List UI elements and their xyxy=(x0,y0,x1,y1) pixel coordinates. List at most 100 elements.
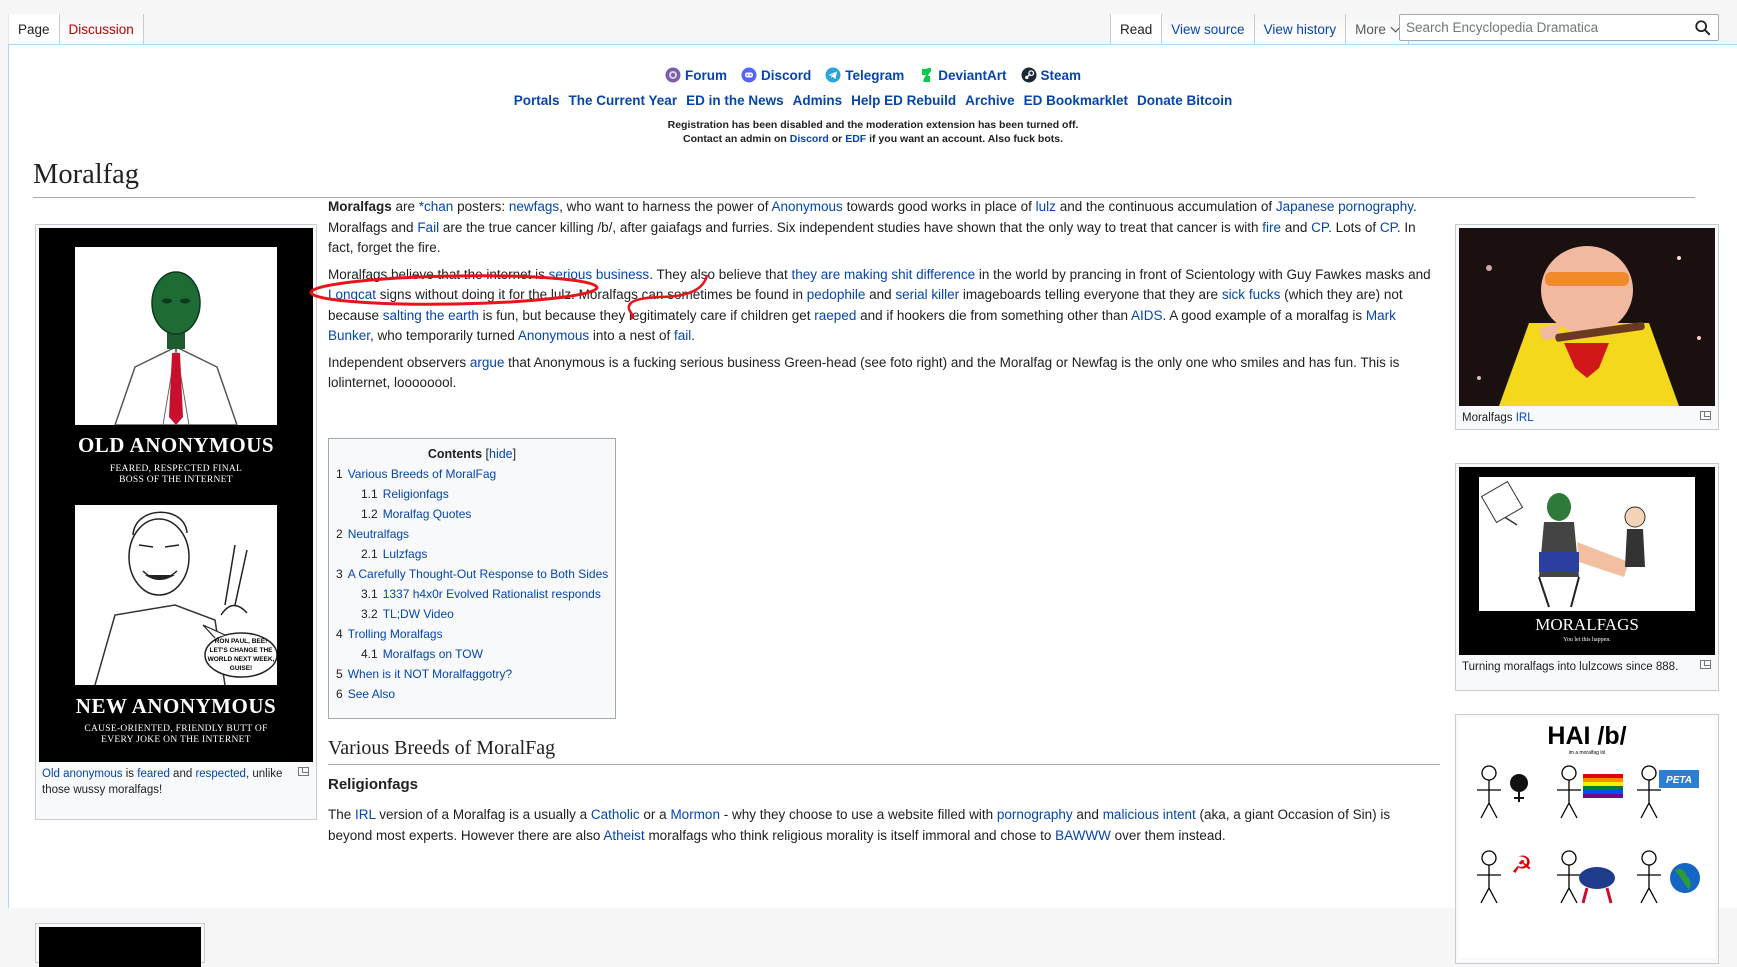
poster2-sub: You let this happen. xyxy=(1563,637,1611,643)
link-anonymous[interactable]: Anonymous xyxy=(772,199,843,214)
toc-item[interactable]: 1 Various Breeds of MoralFag xyxy=(336,464,608,484)
search-icon[interactable] xyxy=(1694,19,1712,37)
tab-discussion[interactable]: Discussion xyxy=(59,14,144,45)
toc-link[interactable]: See Also xyxy=(348,687,395,701)
moralfag-photo-image[interactable] xyxy=(1459,228,1715,406)
moralfags-poster-image[interactable]: MORALFAGS You let this happen. xyxy=(1459,467,1715,655)
dark-poster-image[interactable] xyxy=(39,927,201,967)
search-input[interactable] xyxy=(1400,15,1680,40)
link-aids[interactable]: AIDS xyxy=(1131,308,1163,323)
toc-item[interactable]: 1.1 Religionfags xyxy=(336,484,608,504)
toc-item[interactable]: 4.1 Moralfags on TOW xyxy=(336,644,608,664)
link-mormon[interactable]: Mormon xyxy=(670,807,720,822)
toc-hide-toggle[interactable]: hide xyxy=(489,447,513,461)
steam-link[interactable]: Steam xyxy=(1021,67,1081,83)
link-cp-2[interactable]: CP xyxy=(1380,220,1397,235)
link-portals[interactable]: Portals xyxy=(514,91,560,111)
toc-link[interactable]: 1337 h4x0r Evolved Rationalist responds xyxy=(383,587,601,601)
deviantart-link[interactable]: DeviantArt xyxy=(918,67,1007,83)
text: is fun, but because they legitimately ca… xyxy=(478,307,815,323)
link-argue[interactable]: argue xyxy=(470,355,505,370)
cartoon-guy-drawing: RON PAUL, BEE! LET'S CHANGE THE WORLD NE… xyxy=(94,511,277,685)
link-japanese-pornography[interactable]: Japanese pornography xyxy=(1276,199,1413,214)
link-archive[interactable]: Archive xyxy=(965,91,1015,111)
toc-link[interactable]: Moralfag Quotes xyxy=(383,507,472,521)
link-cp[interactable]: CP xyxy=(1311,220,1328,235)
tab-view-history[interactable]: View history xyxy=(1254,14,1347,45)
bubble-line-3: WORLD NEXT WEEK, xyxy=(208,656,275,663)
bubble-line-1: RON PAUL, BEE! xyxy=(215,638,268,645)
link-pedophile[interactable]: pedophile xyxy=(807,287,866,302)
toc-item[interactable]: 4 Trolling Moralfags xyxy=(336,624,608,644)
site-notice: Forum Discord Telegram DeviantArt Steam … xyxy=(9,65,1737,146)
caption-link-feared[interactable]: feared xyxy=(137,768,170,780)
link-anonymous-2[interactable]: Anonymous xyxy=(518,328,589,343)
toc-item[interactable]: 6 See Also xyxy=(336,684,608,704)
suited-man-drawing xyxy=(114,271,238,425)
link-fire[interactable]: fire xyxy=(1262,220,1281,235)
toc-number: 1.1 xyxy=(361,487,378,501)
toc-link[interactable]: Moralfags on TOW xyxy=(383,647,483,661)
hai-b-comic-image[interactable]: HAI /b/ im a moralfag lol PETA ☭ xyxy=(1459,718,1715,958)
tab-read[interactable]: Read xyxy=(1110,14,1163,45)
magnify-icon[interactable] xyxy=(1700,660,1711,669)
notice-discord-link[interactable]: Discord xyxy=(790,133,829,145)
link-malicious-intent[interactable]: malicious intent xyxy=(1103,807,1196,822)
link-catholic[interactable]: Catholic xyxy=(591,807,640,822)
link-serial-killer[interactable]: serial killer xyxy=(895,287,959,302)
link-help-rebuild[interactable]: Help ED Rebuild xyxy=(851,91,956,111)
toc-link[interactable]: Neutralfags xyxy=(348,527,409,541)
link-lulz[interactable]: lulz xyxy=(1036,199,1056,214)
link-longcat[interactable]: Longcat xyxy=(328,287,376,302)
link-irl[interactable]: IRL xyxy=(355,807,376,822)
new-anonymous-drawing: RON PAUL, BEE! LET'S CHANGE THE WORLD NE… xyxy=(75,505,277,685)
caption-link-irl[interactable]: IRL xyxy=(1516,412,1534,424)
link-chan[interactable]: *chan xyxy=(419,199,454,214)
link-fail-2[interactable]: fail xyxy=(674,328,691,343)
link-fail[interactable]: Fail xyxy=(417,220,439,235)
toc-item[interactable]: 3.1 1337 h4x0r Evolved Rationalist respon… xyxy=(336,584,608,604)
link-bookmarklet[interactable]: ED Bookmarklet xyxy=(1024,91,1128,111)
link-ed-in-news[interactable]: ED in the News xyxy=(686,91,784,111)
toc-link[interactable]: Lulzfags xyxy=(383,547,428,561)
notice-edf-link[interactable]: EDF xyxy=(845,133,866,145)
anonymous-poster-image[interactable]: OLD ANONYMOUS FEARED, RESPECTED FINAL BO… xyxy=(39,228,313,762)
toc-item[interactable]: 5 When is it NOT Moralfaggotry? xyxy=(336,664,608,684)
link-donate-bitcoin[interactable]: Donate Bitcoin xyxy=(1137,91,1232,111)
toc-link[interactable]: TL;DW Video xyxy=(383,607,454,621)
toc-item[interactable]: 1.2 Moralfag Quotes xyxy=(336,504,608,524)
link-pornography[interactable]: pornography xyxy=(997,807,1073,822)
caption-link-old-anonymous[interactable]: Old anonymous xyxy=(42,768,123,780)
registration-notice: Registration has been disabled and the m… xyxy=(9,118,1737,146)
toc-item[interactable]: 3.2 TL;DW Video xyxy=(336,604,608,624)
toc-link[interactable]: Various Breeds of MoralFag xyxy=(348,467,497,481)
toc-link[interactable]: A Carefully Thought-Out Response to Both… xyxy=(348,567,609,581)
forum-link[interactable]: Forum xyxy=(665,67,727,83)
toc-link[interactable]: When is it NOT Moralfaggotry? xyxy=(348,667,513,681)
link-serious-business[interactable]: serious business xyxy=(549,267,650,282)
discord-link[interactable]: Discord xyxy=(741,67,811,83)
magnify-icon[interactable] xyxy=(1700,411,1711,420)
tab-view-source[interactable]: View source xyxy=(1162,14,1255,45)
magnify-icon[interactable] xyxy=(298,767,309,776)
namespace-tabs: Page Discussion xyxy=(8,14,144,45)
link-current-year[interactable]: The Current Year xyxy=(569,91,678,111)
link-sick-fucks[interactable]: sick fucks xyxy=(1222,287,1281,302)
link-admins[interactable]: Admins xyxy=(793,91,843,111)
toc-link[interactable]: Trolling Moralfags xyxy=(348,627,443,641)
link-salting-the-earth[interactable]: salting the earth xyxy=(383,308,479,323)
link-bawww[interactable]: BAWWW xyxy=(1055,828,1111,843)
toc-item[interactable]: 3 A Carefully Thought-Out Response to Bot… xyxy=(336,564,608,584)
link-newfags[interactable]: newfags xyxy=(509,199,559,214)
caption-link-respected[interactable]: respected xyxy=(195,768,246,780)
toc-item[interactable]: 2 Neutralfags xyxy=(336,524,608,544)
link-raeped[interactable]: raeped xyxy=(814,308,856,323)
tab-page[interactable]: Page xyxy=(8,14,60,45)
beliefs-paragraph: Moralfags believe that the internet is s… xyxy=(328,265,1438,347)
toc-link[interactable]: Religionfags xyxy=(383,487,449,501)
link-shit-difference[interactable]: they are making shit difference xyxy=(792,267,976,282)
link-atheist[interactable]: Atheist xyxy=(603,828,644,843)
toc-item[interactable]: 2.1 Lulzfags xyxy=(336,544,608,564)
telegram-link[interactable]: Telegram xyxy=(825,67,904,83)
text: Independent observers xyxy=(328,354,470,370)
